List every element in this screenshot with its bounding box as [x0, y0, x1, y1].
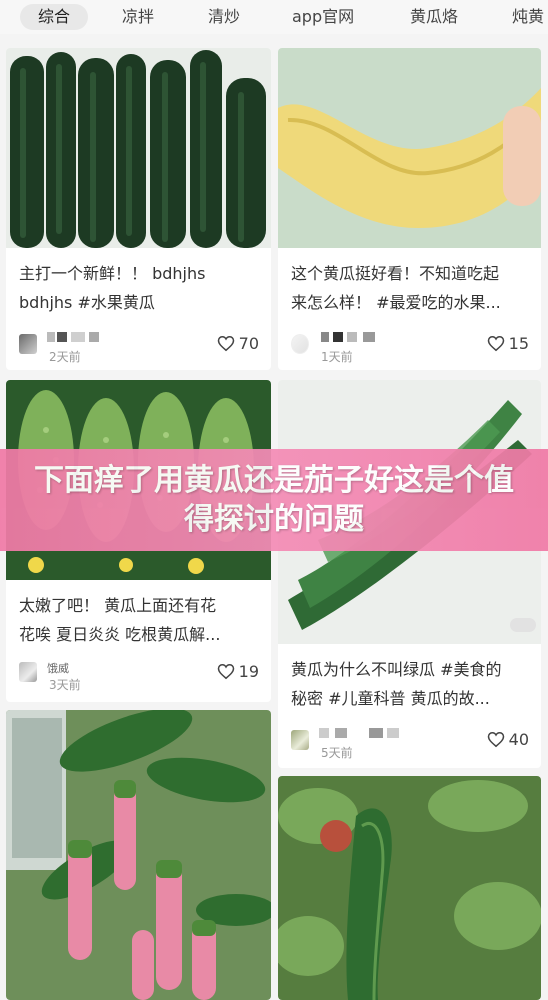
post-card[interactable]: 主打一个新鲜！！ bdhjhs bdhjhs #水果黄瓜 2天前 70 — [6, 48, 271, 370]
heart-icon — [217, 663, 234, 680]
tab-comprehensive[interactable]: 综合 — [20, 4, 89, 30]
post-time: 2天前 — [49, 350, 81, 364]
heart-icon — [487, 335, 504, 352]
tab-stew[interactable]: 炖黄 — [512, 4, 544, 30]
post-time: 3天前 — [49, 678, 81, 692]
like-count: 40 — [508, 730, 529, 749]
post-meta: 2天前 70 — [19, 332, 259, 364]
overlay-banner: 下面痒了用黄瓜还是茄子好这是个值得探讨的问题 — [0, 449, 548, 551]
post-title: 黄瓜为什么不叫绿瓜 #美食的 秘密 #儿童科普 黄瓜的故... — [291, 660, 502, 708]
like-count: 19 — [238, 662, 259, 681]
post-meta: 5天前 40 — [291, 728, 529, 760]
tab-cold-dish[interactable]: 凉拌 — [122, 4, 154, 30]
post-time: 5天前 — [321, 746, 353, 760]
like-count: 15 — [508, 334, 529, 353]
like-button[interactable]: 70 — [217, 334, 259, 353]
tab-app-official[interactable]: app官网 — [292, 4, 354, 30]
username[interactable]: 饿威 — [47, 660, 69, 675]
post-title: 太嫩了吧！ 黄瓜上面还有花 花唉 夏日炎炎 吃根黄瓜解... — [19, 596, 221, 644]
post-meta: 饿威 3天前 19 — [19, 660, 259, 692]
category-tab-bar: 综合 凉拌 清炒 app官网 黄瓜烙 炖黄 — [0, 0, 548, 34]
tab-stir-fry[interactable]: 清炒 — [208, 4, 240, 30]
post-meta: 1天前 15 — [291, 332, 529, 364]
like-button[interactable]: 19 — [217, 662, 259, 681]
post-image-yellow-cucumber[interactable] — [278, 48, 541, 248]
like-count: 70 — [238, 334, 259, 353]
banner-text: 下面痒了用黄瓜还是茄子好这是个值得探讨的问题 — [34, 463, 514, 537]
post-image-cucumbers[interactable] — [6, 48, 271, 248]
heart-icon — [217, 335, 234, 352]
like-button[interactable]: 15 — [487, 334, 529, 353]
post-title: 主打一个新鲜！！ bdhjhs bdhjhs #水果黄瓜 — [19, 264, 206, 312]
avatar[interactable] — [291, 334, 309, 354]
tab-cucumber-pancake[interactable]: 黄瓜烙 — [410, 4, 458, 30]
post-image-hanging-cucumbers[interactable] — [6, 710, 271, 1000]
post-card[interactable] — [6, 710, 271, 1000]
heart-icon — [487, 731, 504, 748]
post-title: 这个黄瓜挺好看！不知道吃起 来怎么样！ #最爱吃的水果... — [291, 264, 501, 312]
post-time: 1天前 — [321, 350, 353, 364]
post-card[interactable] — [278, 776, 541, 1000]
avatar[interactable] — [19, 662, 37, 682]
post-card[interactable]: 这个黄瓜挺好看！不知道吃起 来怎么样！ #最爱吃的水果... 1天前 15 — [278, 48, 541, 370]
post-card[interactable]: 黄瓜为什么不叫绿瓜 #美食的 秘密 #儿童科普 黄瓜的故... 5天前 40 — [278, 380, 541, 768]
avatar[interactable] — [19, 334, 37, 354]
avatar[interactable] — [291, 730, 309, 750]
like-button[interactable]: 40 — [487, 730, 529, 749]
post-image-garden-cucumber[interactable] — [278, 776, 541, 1000]
